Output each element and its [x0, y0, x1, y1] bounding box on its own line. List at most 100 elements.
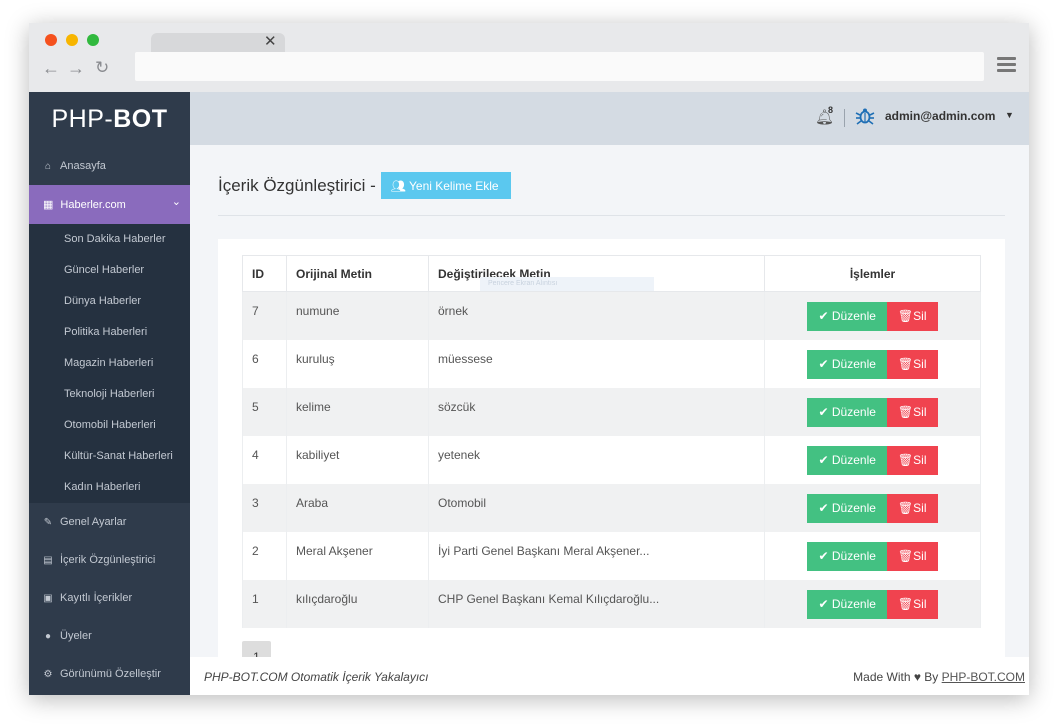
column-header-original: Orijinal Metin	[286, 255, 429, 292]
submenu-item[interactable]: Dünya Haberler	[29, 286, 190, 317]
sidebar-item-anasayfa[interactable]: ⌂ Anasayfa	[29, 147, 190, 185]
check-icon: ✔	[818, 404, 829, 419]
footer: PHP-BOT.COM Otomatik İçerik Yakalayıcı M…	[190, 657, 1029, 695]
row-id: 2	[242, 531, 287, 580]
edit-button[interactable]: ✔ Düzenle	[807, 445, 887, 475]
row-id: 6	[242, 339, 287, 388]
footer-brand: PHP-BOT.COM Otomatik İçerik Yakalayıcı	[204, 670, 429, 684]
trash-icon: 🗑︎	[897, 452, 914, 467]
maximize-window-button[interactable]	[87, 34, 99, 46]
browser-chrome: ✕ ← → ↻	[29, 23, 1029, 92]
app-logo[interactable]: PHP-BOT	[29, 92, 190, 147]
caret-down-icon[interactable]: ▼	[1005, 110, 1014, 120]
home-icon: ⌂	[44, 160, 52, 172]
trash-icon: 🗑︎	[897, 309, 914, 323]
notification-count: 8	[828, 105, 834, 115]
sidebar-item-haberler[interactable]: ▦ Haberler.com ⌄	[29, 185, 190, 224]
divider	[844, 109, 845, 127]
sidebar-item-label: Kayıtlı İçerikler	[60, 592, 133, 604]
submenu-item[interactable]: Politika Haberleri	[29, 317, 190, 348]
row-replacement: yetenek	[428, 435, 765, 484]
check-icon: ✔	[818, 596, 829, 611]
row-replacement: örnek	[428, 291, 765, 340]
sidebar-item-icerik-ozgunlestirici[interactable]: ▤ İçerik Özgünleştirici	[29, 541, 190, 579]
page-header: İçerik Özgünleştirici - 👥︎ Yeni Kelime E…	[218, 172, 511, 199]
submenu-item[interactable]: Güncel Haberler	[29, 255, 190, 286]
forward-icon[interactable]: →	[67, 58, 85, 78]
submenu-item[interactable]: Kadın Haberleri	[29, 472, 190, 503]
row-actions: ✔ Düzenle 🗑︎Sil	[764, 339, 981, 388]
haberler-submenu: Son Dakika Haberler Güncel Haberler Düny…	[29, 224, 190, 503]
tab-close-icon[interactable]: ✕	[264, 33, 277, 50]
submenu-item[interactable]: Magazin Haberleri	[29, 348, 190, 379]
delete-button[interactable]: 🗑︎Sil	[886, 302, 938, 331]
submenu-item[interactable]: Teknoloji Haberleri	[29, 379, 190, 410]
wrench-icon: ✎	[43, 516, 53, 528]
submenu-item[interactable]: Kültür-Sanat Haberleri	[29, 441, 190, 472]
add-word-button[interactable]: 👥︎ Yeni Kelime Ekle	[380, 172, 511, 199]
sidebar-item-label: Haberler.com	[60, 198, 126, 211]
user-icon: ●	[44, 630, 52, 642]
edit-button[interactable]: ✔ Düzenle	[807, 493, 887, 523]
grid-icon: ▦	[43, 199, 54, 211]
bug-icon[interactable]	[855, 106, 875, 126]
row-original: kılıçdaroğlu	[286, 579, 429, 628]
table-row: 2 Meral Akşener İyi Parti Genel Başkanı …	[242, 531, 981, 580]
divider	[218, 215, 1005, 216]
sidebar-item-label: İçerik Özgünleştirici	[60, 554, 156, 566]
table-card: ID Orijinal Metin Değiştirilecek Metin İ…	[218, 239, 1005, 657]
delete-button[interactable]: 🗑︎Sil	[886, 349, 938, 379]
minimize-window-button[interactable]	[66, 34, 78, 46]
footer-link[interactable]: PHP-BOT.COM	[942, 670, 1025, 684]
trash-icon: 🗑︎	[897, 596, 914, 611]
submenu-item[interactable]: Son Dakika Haberler	[29, 224, 190, 255]
submenu-item[interactable]: Otomobil Haberleri	[29, 410, 190, 441]
row-id: 1	[242, 579, 287, 628]
row-replacement: CHP Genel Başkanı Kemal Kılıçdaroğlu...	[428, 579, 765, 628]
row-actions: ✔ Düzenle 🗑︎Sil	[764, 483, 981, 532]
table-row: 5 kelime sözcük ✔ Düzenle 🗑︎Sil	[242, 387, 981, 436]
save-icon: ▣	[43, 592, 53, 604]
delete-button[interactable]: 🗑︎Sil	[886, 541, 938, 571]
pagination-page-1[interactable]: 1	[242, 641, 271, 657]
address-bar[interactable]	[135, 52, 984, 81]
sidebar-item-kayitli-icerikler[interactable]: ▣ Kayıtlı İçerikler	[29, 579, 190, 617]
top-navbar: 🔔︎ 8 admin@admin.com ▼	[190, 92, 1029, 145]
edit-button[interactable]: ✔ Düzenle	[807, 302, 887, 331]
gear-icon: ⚙	[43, 668, 53, 680]
row-original: Araba	[286, 483, 429, 532]
back-icon[interactable]: ←	[42, 58, 60, 78]
reload-icon[interactable]: ↻	[95, 58, 109, 78]
edit-button[interactable]: ✔ Düzenle	[807, 589, 887, 619]
trash-icon: 🗑︎	[897, 356, 914, 371]
trash-icon: 🗑︎	[897, 500, 914, 515]
sidebar-item-uyeler[interactable]: ● Üyeler	[29, 617, 190, 655]
browser-menu-icon[interactable]	[997, 57, 1016, 73]
table-row: 6 kuruluş müessese ✔ Düzenle 🗑︎Sil	[242, 339, 981, 388]
delete-button[interactable]: 🗑︎Sil	[886, 445, 938, 475]
row-actions: ✔ Düzenle 🗑︎Sil	[764, 387, 981, 436]
edit-button[interactable]: ✔ Düzenle	[807, 541, 887, 571]
edit-button[interactable]: ✔ Düzenle	[807, 397, 887, 427]
close-window-button[interactable]	[45, 34, 57, 46]
delete-button[interactable]: 🗑︎Sil	[886, 589, 938, 619]
row-original: kelime	[286, 387, 429, 436]
sidebar-item-genel-ayarlar[interactable]: ✎ Genel Ayarlar	[29, 503, 190, 541]
row-replacement: Otomobil	[428, 483, 765, 532]
check-icon: ✔	[818, 356, 829, 371]
table-row: 7 numune örnek ✔ Düzenle 🗑︎Sil	[242, 291, 981, 340]
sidebar-item-gorunumu-ozellestir[interactable]: ⚙ Görünümü Özelleştir	[29, 655, 190, 693]
edit-button[interactable]: ✔ Düzenle	[807, 349, 887, 379]
row-actions: ✔ Düzenle 🗑︎Sil	[764, 531, 981, 580]
row-id: 5	[242, 387, 287, 436]
trash-icon: 🗑︎	[897, 548, 914, 563]
user-menu[interactable]: admin@admin.com	[885, 109, 995, 123]
sidebar-item-label: Anasayfa	[60, 160, 106, 172]
row-original: Meral Akşener	[286, 531, 429, 580]
row-actions: ✔ Düzenle 🗑︎Sil	[764, 435, 981, 484]
delete-button[interactable]: 🗑︎Sil	[886, 493, 938, 523]
delete-button[interactable]: 🗑︎Sil	[886, 397, 938, 427]
add-word-label: Yeni Kelime Ekle	[409, 178, 499, 193]
check-icon: ✔	[818, 452, 829, 467]
users-icon: 👥︎	[390, 178, 406, 193]
